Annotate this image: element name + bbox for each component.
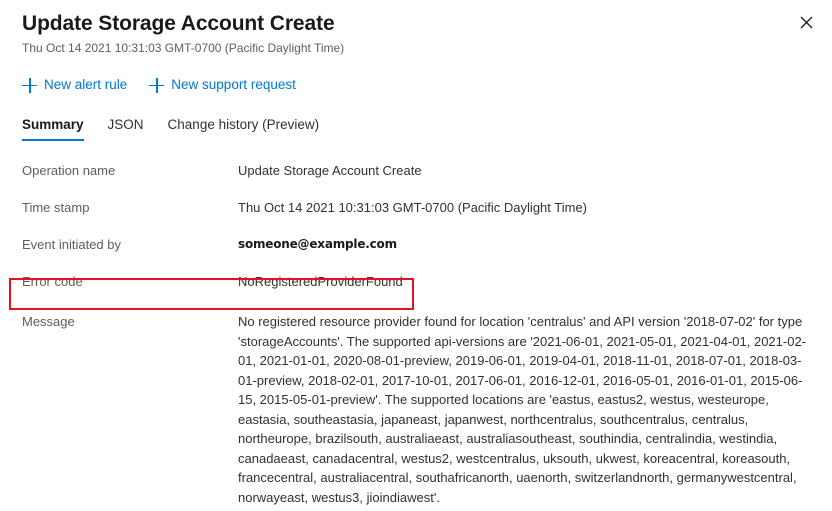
detail-label: Message bbox=[22, 314, 75, 329]
close-button[interactable] bbox=[792, 8, 820, 36]
detail-value: Thu Oct 14 2021 10:31:03 GMT-0700 (Pacif… bbox=[238, 200, 588, 215]
new-alert-rule-label: New alert rule bbox=[44, 77, 128, 92]
detail-row-time-stamp: Time stamp Thu Oct 14 2021 10:31:03 GMT-… bbox=[22, 198, 810, 217]
detail-value: No registered resource provider found fo… bbox=[238, 314, 807, 505]
tab-change-history-label: Change history (Preview) bbox=[167, 117, 320, 132]
tab-change-history[interactable]: Change history (Preview) bbox=[168, 115, 320, 141]
detail-value: Update Storage Account Create bbox=[238, 163, 422, 178]
tab-json-label: JSON bbox=[107, 117, 144, 132]
new-support-request-label: New support request bbox=[171, 77, 296, 92]
detail-row-error-code: Error code NoRegisteredProviderFound bbox=[22, 272, 810, 291]
tab-summary[interactable]: Summary bbox=[22, 115, 84, 141]
detail-label: Time stamp bbox=[22, 200, 90, 215]
detail-label: Event initiated by bbox=[22, 237, 122, 252]
tab-summary-label: Summary bbox=[22, 117, 84, 132]
detail-label: Operation name bbox=[22, 163, 116, 178]
detail-row-event-initiated-by: Event initiated by someone@example.com bbox=[22, 235, 810, 254]
plus-icon bbox=[149, 77, 165, 93]
page-title: Update Storage Account Create bbox=[22, 12, 335, 35]
panel-header: Update Storage Account Create Thu Oct 14… bbox=[0, 0, 832, 57]
tab-list: Summary JSON Change history (Preview) bbox=[0, 95, 832, 141]
plus-icon bbox=[22, 77, 37, 93]
tab-json[interactable]: JSON bbox=[108, 115, 144, 141]
detail-row-message: Message No registered resource provider … bbox=[22, 312, 810, 507]
detail-label: Error code bbox=[22, 274, 83, 289]
detail-value: NoRegisteredProviderFound bbox=[238, 274, 403, 289]
detail-value: someone@example.com bbox=[238, 237, 397, 251]
activity-log-detail-panel: Update Storage Account Create Thu Oct 14… bbox=[0, 0, 832, 511]
close-icon bbox=[800, 16, 813, 29]
summary-details: Operation name Update Storage Account Cr… bbox=[0, 141, 832, 507]
command-bar: New alert rule New support request bbox=[0, 57, 832, 95]
detail-row-operation-name: Operation name Update Storage Account Cr… bbox=[22, 161, 810, 180]
new-alert-rule-button[interactable]: New alert rule bbox=[22, 75, 127, 95]
page-subtitle-timestamp: Thu Oct 14 2021 10:31:03 GMT-0700 (Pacif… bbox=[22, 41, 345, 55]
new-support-request-button[interactable]: New support request bbox=[149, 75, 296, 95]
